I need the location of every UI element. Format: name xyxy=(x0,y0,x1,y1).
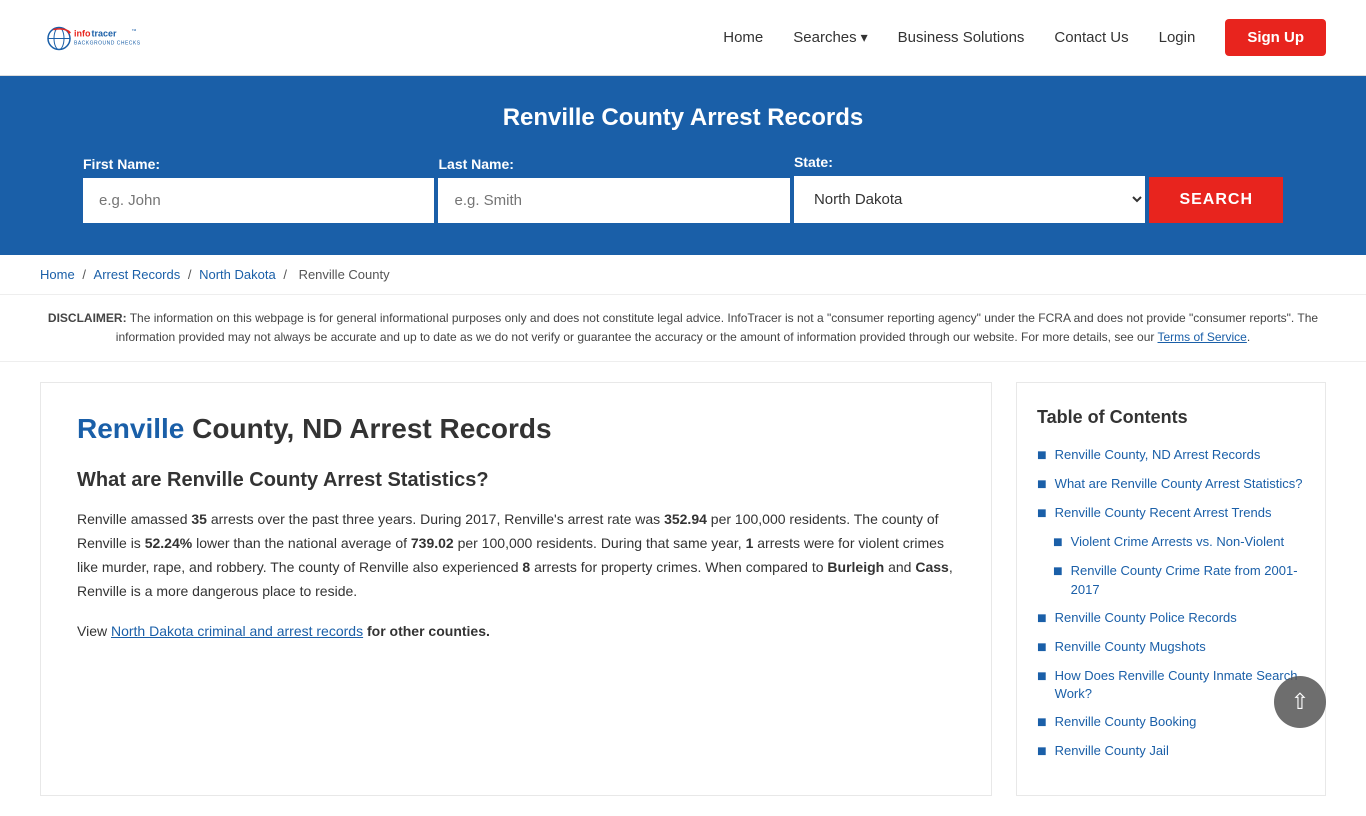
last-name-group: Last Name: xyxy=(438,156,789,223)
toc-link[interactable]: Renville County Crime Rate from 2001-201… xyxy=(1071,562,1305,598)
toc-link[interactable]: Renville County Police Records xyxy=(1055,609,1237,627)
first-name-label: First Name: xyxy=(83,156,434,172)
toc-item: ■ Renville County Mugshots xyxy=(1037,638,1305,657)
toc-item: ■ How Does Renville County Inmate Search … xyxy=(1037,667,1305,703)
toc-item: ■ Violent Crime Arrests vs. Non-Violent xyxy=(1037,533,1305,552)
toc-bullet-icon: ■ xyxy=(1037,610,1047,628)
toc-bullet-icon: ■ xyxy=(1053,534,1063,552)
state-select[interactable]: North Dakota Alabama Alaska Arizona Arka… xyxy=(794,176,1145,223)
toc-item: ■ Renville County Police Records xyxy=(1037,609,1305,628)
toc-bullet-icon: ■ xyxy=(1037,447,1047,465)
state-group: State: North Dakota Alabama Alaska Arizo… xyxy=(794,154,1145,223)
nav-home[interactable]: Home xyxy=(723,29,763,46)
chevron-down-icon: ▾ xyxy=(861,29,868,46)
toc-item: ■ Renville County Booking xyxy=(1037,713,1305,732)
search-button[interactable]: SEARCH xyxy=(1149,177,1283,223)
toc-link[interactable]: Renville County Mugshots xyxy=(1055,638,1206,656)
toc-heading: Table of Contents xyxy=(1037,407,1305,428)
toc-bullet-icon: ■ xyxy=(1053,563,1063,581)
toc-link[interactable]: What are Renville County Arrest Statisti… xyxy=(1055,475,1303,493)
toc-item: ■ Renville County, ND Arrest Records xyxy=(1037,446,1305,465)
first-name-input[interactable] xyxy=(83,178,434,223)
disclaimer-bar: DISCLAIMER: The information on this webp… xyxy=(0,295,1366,362)
article-section: Renville County, ND Arrest Records What … xyxy=(40,382,992,796)
breadcrumb-sep1: / xyxy=(82,267,89,282)
toc-item: ■ What are Renville County Arrest Statist… xyxy=(1037,475,1305,494)
site-header: info tracer ™ BACKGROUND CHECKS Home Sea… xyxy=(0,0,1366,76)
main-content: Renville County, ND Arrest Records What … xyxy=(0,362,1366,816)
toc-link[interactable]: Renville County, ND Arrest Records xyxy=(1055,446,1261,464)
svg-text:info: info xyxy=(74,29,91,39)
stats-heading: What are Renville County Arrest Statisti… xyxy=(77,469,955,492)
disclaimer-text: The information on this webpage is for g… xyxy=(116,311,1318,344)
toc-item: ■ Renville County Recent Arrest Trends xyxy=(1037,504,1305,523)
search-form: First Name: Last Name: State: North Dako… xyxy=(83,154,1283,223)
toc-bullet-icon: ■ xyxy=(1037,476,1047,494)
toc-link[interactable]: Renville County Booking xyxy=(1055,713,1197,731)
toc-link[interactable]: Renville County Recent Arrest Trends xyxy=(1055,504,1272,522)
breadcrumb-home[interactable]: Home xyxy=(40,267,75,282)
logo-svg: info tracer ™ BACKGROUND CHECKS xyxy=(40,10,150,65)
hero-title: Renville County Arrest Records xyxy=(40,104,1326,132)
toc-bullet-icon: ■ xyxy=(1037,505,1047,523)
toc-item: ■ Renville County Crime Rate from 2001-20… xyxy=(1037,562,1305,598)
hero-section: Renville County Arrest Records First Nam… xyxy=(0,76,1366,255)
nav-business-solutions[interactable]: Business Solutions xyxy=(898,29,1025,46)
toc-link[interactable]: How Does Renville County Inmate Search W… xyxy=(1055,667,1305,703)
breadcrumb-arrest-records[interactable]: Arrest Records xyxy=(94,267,181,282)
logo[interactable]: info tracer ™ BACKGROUND CHECKS xyxy=(40,10,150,65)
main-nav: Home Searches ▾ Business Solutions Conta… xyxy=(723,19,1326,56)
last-name-label: Last Name: xyxy=(438,156,789,172)
toc-bullet-icon: ■ xyxy=(1037,743,1047,761)
toc-bullet-icon: ■ xyxy=(1037,714,1047,732)
tos-link[interactable]: Terms of Service xyxy=(1158,330,1247,344)
toc-bullet-icon: ■ xyxy=(1037,668,1047,686)
disclaimer-suffix: . xyxy=(1247,330,1250,344)
article-paragraph1: Renville amassed 35 arrests over the pas… xyxy=(77,508,955,603)
nav-searches-link[interactable]: Searches xyxy=(793,29,856,46)
toc-list: ■ Renville County, ND Arrest Records ■ What… xyxy=(1037,446,1305,761)
breadcrumb-sep2: / xyxy=(188,267,195,282)
toc-item: ■ Renville County Jail xyxy=(1037,742,1305,761)
first-name-group: First Name: xyxy=(83,156,434,223)
breadcrumb: Home / Arrest Records / North Dakota / R… xyxy=(0,255,1366,295)
nav-searches-group[interactable]: Searches ▾ xyxy=(793,29,867,46)
article-view-link-para: View North Dakota criminal and arrest re… xyxy=(77,620,955,644)
article-heading-highlight: Renville xyxy=(77,413,184,444)
nav-signup-button[interactable]: Sign Up xyxy=(1225,19,1326,56)
breadcrumb-north-dakota[interactable]: North Dakota xyxy=(199,267,276,282)
nd-criminal-link[interactable]: North Dakota criminal and arrest records xyxy=(111,623,363,639)
scroll-top-button[interactable]: ⇧ xyxy=(1274,676,1326,728)
toc-section: Table of Contents ■ Renville County, ND A… xyxy=(1016,382,1326,796)
last-name-input[interactable] xyxy=(438,178,789,223)
toc-link[interactable]: Violent Crime Arrests vs. Non-Violent xyxy=(1071,533,1284,551)
breadcrumb-renville: Renville County xyxy=(299,267,390,282)
disclaimer-label: DISCLAIMER: xyxy=(48,311,127,325)
svg-text:tracer: tracer xyxy=(92,29,118,39)
breadcrumb-sep3: / xyxy=(283,267,290,282)
nav-login[interactable]: Login xyxy=(1159,29,1196,46)
svg-text:™: ™ xyxy=(132,29,137,35)
nav-contact-us[interactable]: Contact Us xyxy=(1054,29,1128,46)
toc-link[interactable]: Renville County Jail xyxy=(1055,742,1169,760)
toc-bullet-icon: ■ xyxy=(1037,639,1047,657)
svg-text:BACKGROUND CHECKS: BACKGROUND CHECKS xyxy=(74,41,141,47)
article-heading: Renville County, ND Arrest Records xyxy=(77,413,955,445)
article-heading-rest: County, ND Arrest Records xyxy=(184,413,551,444)
state-label: State: xyxy=(794,154,1145,170)
